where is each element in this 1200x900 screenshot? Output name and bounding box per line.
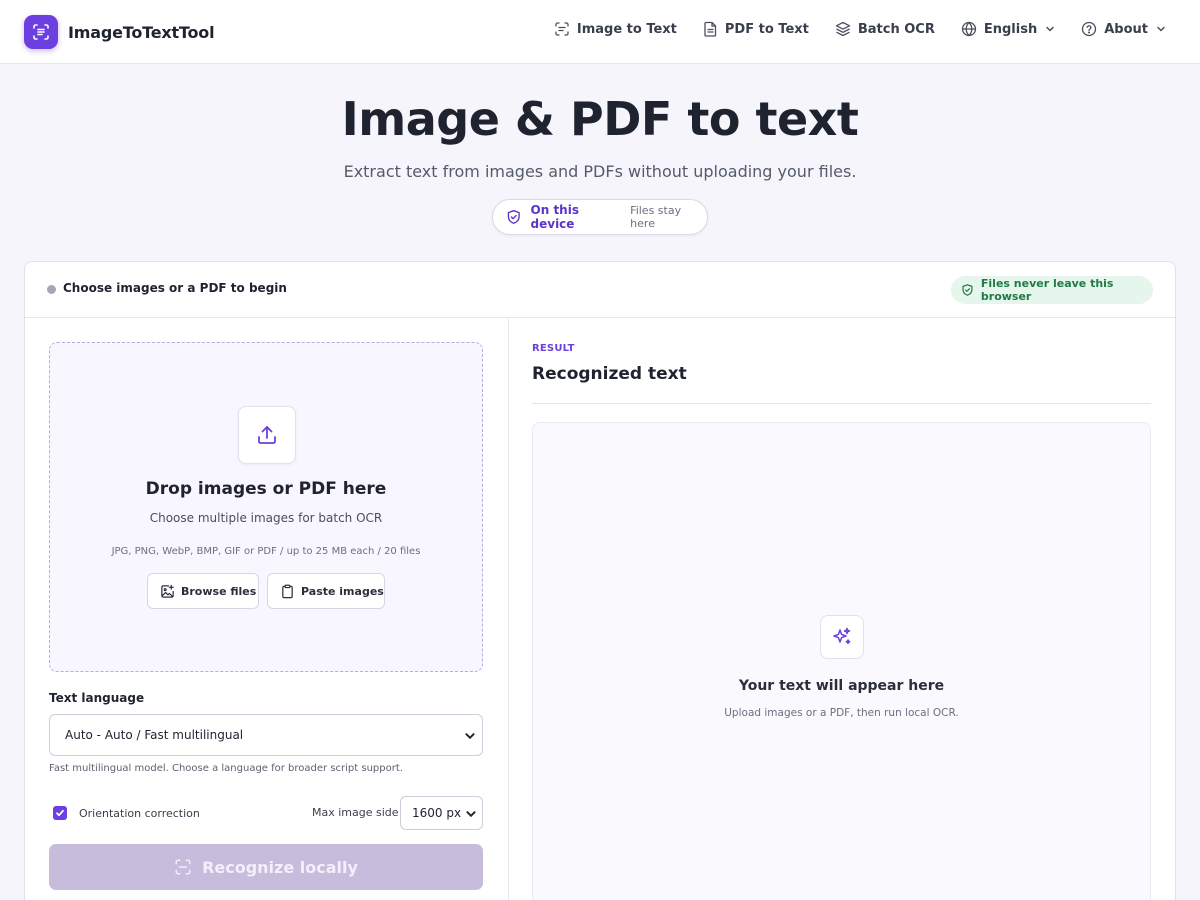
on-device-label: On this device [530, 203, 579, 231]
orientation-correction-toggle[interactable]: Orientation correction [53, 806, 200, 820]
nav-image-to-text[interactable]: Image to Text [554, 21, 677, 37]
text-language-value: Auto - Auto / Fast multilingual [65, 728, 244, 742]
check-icon [56, 809, 64, 817]
scan-icon [175, 859, 191, 875]
layers-icon [835, 21, 851, 37]
ocr-card: Choose images or a PDF to begin Files ne… [24, 261, 1176, 900]
page-title: Image & PDF to text [341, 92, 859, 146]
upload-icon [238, 406, 296, 464]
recognize-locally-label: Recognize locally [202, 857, 358, 877]
result-kicker: RESULT [532, 343, 575, 354]
nav-pdf-to-text-label: PDF to Text [724, 21, 809, 37]
result-panel: Your text will appear here Upload images… [532, 422, 1151, 900]
result-divider [532, 403, 1151, 404]
text-language-hint: Fast multilingual model. Choose a langua… [49, 763, 403, 774]
help-circle-icon [1082, 21, 1097, 37]
scan-icon [555, 22, 569, 36]
recognize-locally-button[interactable]: Recognize locally [49, 844, 483, 890]
clipboard-icon [282, 584, 293, 598]
text-language-select[interactable]: Auto - Auto / Fast multilingual [49, 714, 483, 756]
status-dot [47, 285, 56, 294]
max-image-side-label: Max image side [312, 806, 399, 819]
paste-images-button[interactable]: Paste images [267, 573, 385, 609]
shield-check-icon [962, 284, 973, 296]
result-title: Recognized text [532, 364, 687, 384]
orientation-label: Orientation correction [79, 806, 200, 820]
chevron-down-icon [1157, 26, 1165, 32]
browse-files-button[interactable]: Browse files [147, 573, 259, 609]
chevron-down-icon [1046, 26, 1054, 32]
dropzone-subtitle: Choose multiple images for batch OCR [149, 511, 383, 525]
about-menu-label: About [1104, 21, 1148, 37]
document-icon [704, 21, 717, 37]
image-add-icon [161, 584, 174, 598]
empty-state-subtitle: Upload images or a PDF, then run local O… [724, 707, 959, 719]
chevron-down-icon [466, 811, 476, 818]
nav-batch-ocr[interactable]: Batch OCR [835, 21, 935, 37]
language-menu[interactable]: English [961, 21, 1055, 37]
card-header: Choose images or a PDF to begin Files ne… [25, 262, 1175, 318]
nav-image-to-text-label: Image to Text [576, 21, 677, 37]
text-language-label: Text language [49, 691, 145, 705]
paste-images-label: Paste images [301, 584, 384, 598]
page-subtitle: Extract text from images and PDFs withou… [343, 162, 857, 181]
shield-check-icon [507, 210, 520, 224]
globe-icon [961, 21, 977, 37]
main-nav: Image to Text PDF to Text Batch OCR Engl… [528, 21, 1166, 37]
privacy-badge: Files never leave this browser [951, 276, 1153, 304]
nav-batch-ocr-label: Batch OCR [857, 21, 935, 37]
about-menu[interactable]: About [1081, 21, 1166, 37]
chevron-down-icon [465, 733, 475, 740]
max-image-side-select[interactable]: 1600 px [400, 796, 483, 830]
column-divider [508, 318, 509, 900]
scan-text-icon [24, 15, 58, 49]
nav-pdf-to-text[interactable]: PDF to Text [703, 21, 809, 37]
max-image-side-value: 1600 px [412, 806, 462, 820]
brand[interactable]: ImageToTextTool [24, 15, 215, 49]
dropzone-formats: JPG, PNG, WebP, BMP, GIF or PDF / up to … [111, 546, 421, 557]
top-bar: ImageToTextTool Image to Text PDF to Tex… [0, 0, 1200, 64]
file-dropzone[interactable]: Drop images or PDF here Choose multiple … [49, 342, 483, 672]
sparkles-icon [820, 615, 864, 659]
brand-name: ImageToTextTool [68, 22, 215, 42]
on-device-pill: On this device Files stay here [492, 199, 708, 235]
browse-files-label: Browse files [181, 584, 257, 598]
language-menu-label: English [983, 21, 1038, 37]
status-text: Choose images or a PDF to begin [63, 281, 287, 295]
files-stay-label: Files stay here [630, 204, 682, 230]
empty-state-title: Your text will appear here [738, 678, 945, 694]
dropzone-title: Drop images or PDF here [145, 479, 387, 499]
orientation-checkbox[interactable] [53, 806, 67, 820]
privacy-badge-label: Files never leave this browser [980, 277, 1114, 303]
